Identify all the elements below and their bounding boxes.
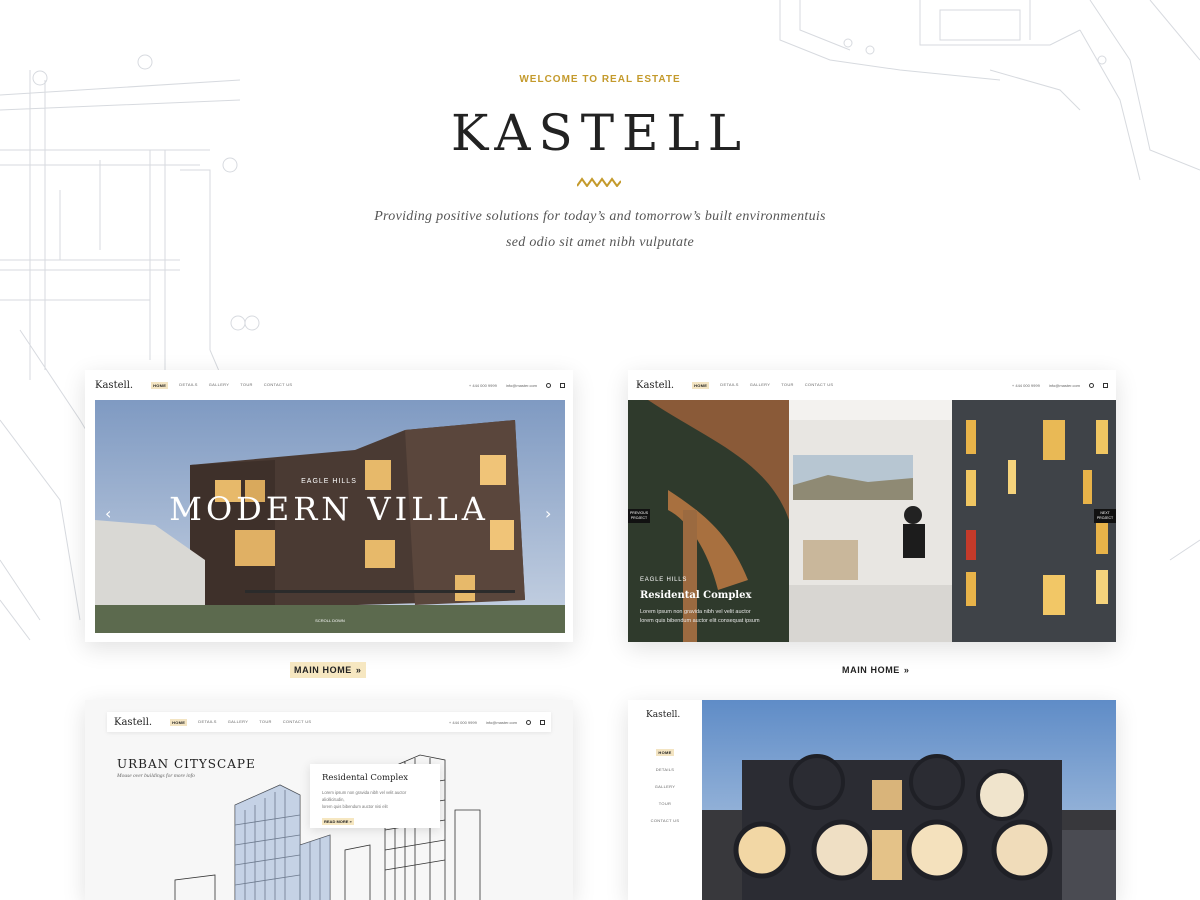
- demo-logo[interactable]: Kastell.: [636, 380, 674, 391]
- side-link-contact[interactable]: CONTACT US: [628, 812, 702, 829]
- demo-nav-right: + 444 000 9999 info@master.com: [469, 370, 565, 400]
- main-home-button-1[interactable]: MAIN HOME »: [290, 662, 366, 678]
- side-menu-logo[interactable]: Kastell.: [646, 710, 680, 720]
- demo-nav-links: HOME DETAILS GALLERY TOUR CONTACT US: [151, 381, 293, 389]
- demo-logo[interactable]: Kastell.: [114, 717, 152, 728]
- info-card-text-2: lorem quis bibendum auctor nisi elit: [322, 804, 388, 809]
- main-home-label-2: MAIN HOME: [842, 665, 900, 675]
- complex-gallery-image: [628, 400, 1116, 642]
- main-home-label-1: MAIN HOME: [294, 665, 352, 675]
- demo-logo[interactable]: Kastell.: [95, 380, 133, 391]
- grid-menu-icon[interactable]: [560, 382, 565, 388]
- tagline-line-2: sed odio sit amet nibh vulputate: [505, 235, 695, 250]
- nav-link-contact[interactable]: CONTACT US: [264, 382, 293, 389]
- demo-nav-links: HOME DETAILS GALLERY TOUR CONTACT US: [170, 718, 312, 726]
- demo-urban-cityscape[interactable]: Kastell. HOME DETAILS GALLERY TOUR CONTA…: [85, 700, 573, 900]
- hero-tagline: Providing positive solutions for today’s…: [0, 204, 1200, 256]
- email-address[interactable]: info@master.com: [1049, 383, 1080, 388]
- scroll-down-link[interactable]: SCROLL DOWN: [315, 618, 345, 623]
- grid-menu-icon[interactable]: [1103, 382, 1108, 388]
- info-card-text-1: Lorem ipsum non gravida nibh vel velit a…: [322, 790, 407, 802]
- project-kicker: EAGLE HILLS: [640, 577, 687, 583]
- double-chevron-right-icon: »: [355, 665, 362, 675]
- read-more-link[interactable]: READ MORE »: [322, 818, 354, 825]
- zigzag-divider-icon: [577, 177, 621, 187]
- side-menu: Kastell. HOME DETAILS GALLERY TOUR CONTA…: [628, 700, 702, 900]
- demo-main-home-2[interactable]: Kastell. HOME DETAILS GALLERY TOUR CONTA…: [628, 370, 1116, 642]
- hero-eyebrow: WELCOME TO REAL ESTATE: [519, 74, 681, 85]
- nav-link-contact[interactable]: CONTACT US: [283, 719, 312, 726]
- demo-vertical-menu[interactable]: Kastell. HOME DETAILS GALLERY TOUR CONTA…: [628, 700, 1116, 900]
- nav-link-contact[interactable]: CONTACT US: [805, 382, 834, 389]
- phone-number: + 444 000 9999: [468, 382, 497, 388]
- demo-main-home-1[interactable]: Kastell. HOME DETAILS GALLERY TOUR CONTA…: [85, 370, 573, 642]
- phone-number: + 444 000 9999: [1011, 382, 1040, 388]
- slide-kicker: EAGLE HILLS: [85, 478, 573, 485]
- project-kicker-text: EAGLE HILLS: [640, 577, 688, 583]
- tagline-line-1: Providing positive solutions for today’s…: [374, 209, 826, 224]
- phone-number: + 444 000 9999: [448, 719, 477, 725]
- previous-project-button[interactable]: PREVIOUS PROJECT: [628, 509, 650, 523]
- search-icon[interactable]: [526, 719, 531, 725]
- brand-title: KASTELL: [451, 104, 749, 162]
- nav-link-home[interactable]: HOME: [151, 381, 169, 389]
- demo-nav-links: HOME DETAILS GALLERY TOUR CONTACT US: [692, 381, 834, 389]
- nav-link-details[interactable]: DETAILS: [179, 382, 197, 389]
- side-link-tour[interactable]: TOUR: [628, 795, 702, 812]
- side-link-details[interactable]: DETAILS: [628, 761, 702, 778]
- search-icon[interactable]: [546, 382, 551, 388]
- email-address[interactable]: info@master.com: [506, 383, 537, 388]
- next-project-button[interactable]: NEXT PROJECT: [1094, 509, 1116, 523]
- info-card[interactable]: Residental Complex Lorem ipsum non gravi…: [310, 764, 440, 828]
- search-icon[interactable]: [1089, 382, 1094, 388]
- project-desc-line-1: Lorem ipsum non gravida nibh vel velit a…: [640, 609, 751, 615]
- demo-nav-right: + 444 000 9999 info@master.com: [1012, 370, 1108, 400]
- side-link-home[interactable]: HOME: [628, 744, 702, 761]
- project-description: Lorem ipsum non gravida nibh vel velit a…: [640, 608, 760, 626]
- email-address[interactable]: info@master.com: [486, 720, 517, 725]
- side-menu-links: HOME DETAILS GALLERY TOUR CONTACT US: [628, 744, 702, 829]
- nav-link-details[interactable]: DETAILS: [720, 382, 738, 389]
- side-link-gallery[interactable]: GALLERY: [628, 778, 702, 795]
- demo-nav-right: + 444 000 9999 info@master.com: [449, 712, 545, 732]
- nav-link-tour[interactable]: TOUR: [240, 382, 252, 389]
- nav-link-home[interactable]: HOME: [692, 381, 710, 389]
- circular-window-house-image: [702, 700, 1116, 900]
- nav-link-tour[interactable]: TOUR: [781, 382, 793, 389]
- nav-link-tour[interactable]: TOUR: [259, 719, 271, 726]
- project-desc-line-2: lorem quis bibendum auctor elit consequa…: [640, 618, 760, 624]
- nav-link-gallery[interactable]: GALLERY: [750, 382, 770, 389]
- nav-link-gallery[interactable]: GALLERY: [209, 382, 229, 389]
- slide-headline: MODERN VILLA: [169, 490, 489, 528]
- grid-menu-icon[interactable]: [540, 719, 545, 725]
- nav-link-details[interactable]: DETAILS: [198, 719, 216, 726]
- demo-nav-bar: Kastell. HOME DETAILS GALLERY TOUR CONTA…: [107, 712, 551, 732]
- main-home-button-2[interactable]: MAIN HOME »: [838, 662, 914, 678]
- project-headline: Residental Complex: [640, 590, 752, 601]
- info-card-title: Residental Complex: [322, 773, 409, 783]
- slide-kicker-text: EAGLE HILLS: [301, 478, 357, 485]
- nav-link-gallery[interactable]: GALLERY: [228, 719, 248, 726]
- double-chevron-right-icon: »: [903, 665, 910, 675]
- nav-link-home[interactable]: HOME: [170, 718, 188, 726]
